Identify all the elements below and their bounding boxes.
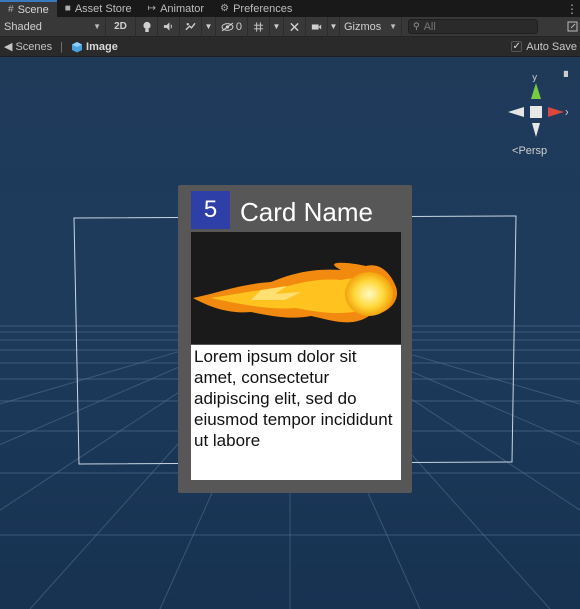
lighting-toggle-button[interactable] [136, 16, 158, 37]
speaker-icon [163, 22, 172, 31]
tab-preferences[interactable]: ⚙ Preferences [212, 0, 300, 17]
store-bag-icon: ■ [64, 3, 71, 14]
chevron-down-icon: ▼ [204, 22, 213, 31]
camera-dropdown[interactable]: ▼ [328, 16, 340, 37]
hidden-eye-icon [221, 22, 234, 31]
breadcrumb-separator: | [60, 40, 64, 53]
chevron-down-icon: ▼ [389, 22, 397, 31]
fireball-icon [193, 262, 398, 323]
breadcrumb-image[interactable]: Image [71, 41, 118, 53]
chevron-down-icon: ▼ [272, 22, 281, 31]
card[interactable]: 5 Card Name Lorem ipsum dolor sit amet, … [178, 185, 412, 493]
more-options-icon[interactable]: ⋮ [564, 0, 580, 17]
tabbar-spacer [300, 0, 564, 17]
window-tab-bar: # Scene ■ Asset Store ↦ Animator ⚙ Prefe… [0, 0, 580, 17]
tab-asset-store[interactable]: ■ Asset Store [57, 0, 140, 17]
lightbulb-icon [142, 21, 151, 32]
projection-label: Persp [518, 145, 548, 157]
tab-scene-label: Scene [17, 3, 49, 16]
gizmo-y-label: y [532, 73, 538, 83]
camera-icon [311, 23, 322, 30]
gizmo-x-label: x [565, 108, 568, 118]
gizmo-neg-x-arrow [508, 107, 524, 117]
tab-asset-store-label: Asset Store [74, 2, 132, 15]
tab-animator[interactable]: ↦ Animator [140, 0, 212, 17]
gizmo-lock-icon: ■ [563, 69, 568, 78]
chevron-down-icon: ▼ [93, 22, 101, 31]
effects-dropdown[interactable]: ▼ [202, 16, 216, 37]
card-title: Card Name [240, 197, 373, 227]
effects-toggle-button[interactable] [180, 16, 202, 37]
auto-save-label: Auto Save [526, 40, 577, 53]
maximize-icon [567, 21, 577, 32]
scene-search-field[interactable]: ⚲ [408, 19, 538, 34]
scene-toolbar: Shaded ▼ 2D ▼ 0 ▼ ▼ Gizmos ▼ ⚲ [0, 16, 580, 37]
hidden-count: 0 [235, 20, 242, 33]
gizmo-y-arrow [531, 83, 541, 99]
search-icon: ⚲ [413, 21, 420, 31]
gear-icon: ⚙ [220, 3, 230, 14]
camera-button[interactable] [306, 16, 328, 37]
tab-scene[interactable]: # Scene [0, 0, 57, 17]
gizmo-center-cube [530, 106, 542, 118]
projection-toggle[interactable]: <Persp [512, 145, 547, 157]
toggle-2d-button[interactable]: 2D [106, 16, 136, 37]
scene-search-input[interactable] [423, 20, 524, 33]
scene-visibility-button[interactable]: 0 [216, 16, 248, 37]
gizmo-x-arrow [548, 107, 564, 117]
gizmos-dropdown[interactable]: Gizmos ▼ [340, 16, 402, 37]
grid-snap-icon [253, 21, 264, 32]
animator-icon: ↦ [147, 3, 157, 14]
audio-toggle-button[interactable] [158, 16, 180, 37]
gizmo-neg-y-arrow [532, 123, 540, 137]
draw-mode-dropdown[interactable]: Shaded ▼ [0, 16, 106, 37]
toggle-2d-label: 2D [114, 21, 127, 32]
grid-snap-dropdown[interactable]: ▼ [270, 16, 284, 37]
scene-viewport[interactable]: ■ y x <Persp 5 Card Name Lorem ipsum dol… [0, 57, 580, 609]
crossed-tools-icon [290, 22, 299, 31]
card-cost-badge: 5 [191, 191, 230, 229]
prefab-cube-icon [72, 41, 83, 52]
gizmos-label: Gizmos [344, 20, 382, 33]
card-artwork [191, 232, 401, 344]
effects-icon [185, 22, 196, 31]
grid-snap-button[interactable] [248, 16, 270, 37]
chevron-down-icon: ▼ [329, 22, 338, 31]
draw-mode-value: Shaded [4, 20, 42, 33]
tab-animator-label: Animator [160, 2, 205, 15]
auto-save-toggle[interactable]: ✓ Auto Save [511, 41, 577, 53]
breadcrumb-scenes-label: Scenes [15, 40, 53, 53]
grid-icon: # [8, 4, 14, 15]
breadcrumb: ◀ Scenes | Image ✓ Auto Save [0, 37, 580, 57]
back-arrow-icon: ◀ [4, 41, 13, 53]
breadcrumb-image-label: Image [86, 40, 118, 53]
card-cost-value: 5 [203, 196, 218, 223]
search-maximize-icon[interactable] [564, 17, 580, 37]
card-description: Lorem ipsum dolor sit amet, consectetur … [191, 345, 401, 480]
auto-save-checkbox[interactable]: ✓ [511, 41, 523, 52]
tools-button[interactable] [284, 16, 306, 37]
tab-preferences-label: Preferences [233, 2, 293, 15]
breadcrumb-scenes[interactable]: ◀ Scenes [4, 40, 53, 54]
